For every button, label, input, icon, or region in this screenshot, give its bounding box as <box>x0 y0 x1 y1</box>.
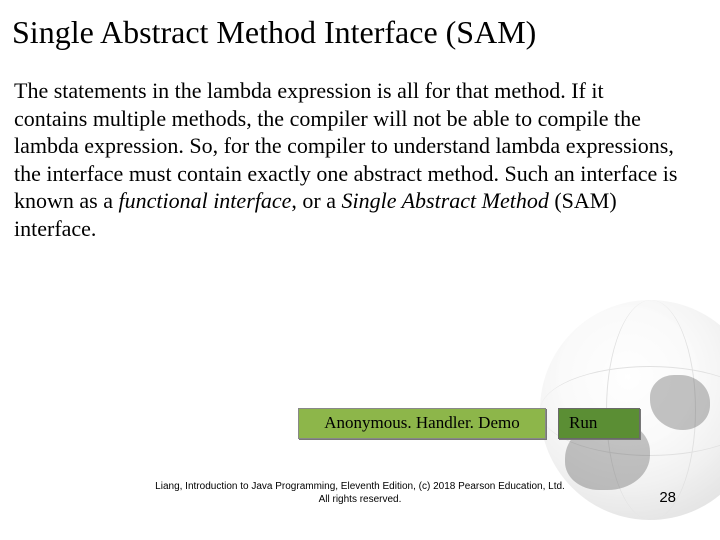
slide-body: The statements in the lambda expression … <box>0 51 700 242</box>
copyright-footer: Liang, Introduction to Java Programming,… <box>0 481 720 506</box>
body-emphasis: functional interface <box>118 188 291 213</box>
footer-line: All rights reserved. <box>0 494 720 507</box>
button-row: Anonymous. Handler. Demo Run <box>298 408 640 439</box>
footer-line: Liang, Introduction to Java Programming,… <box>0 481 720 494</box>
body-emphasis: Single Abstract Method <box>341 188 548 213</box>
page-number: 28 <box>659 489 676 506</box>
slide-title: Single Abstract Method Interface (SAM) <box>0 0 720 51</box>
body-text: , or a <box>291 188 341 213</box>
code-demo-button[interactable]: Anonymous. Handler. Demo <box>298 408 546 439</box>
run-button[interactable]: Run <box>558 408 640 439</box>
